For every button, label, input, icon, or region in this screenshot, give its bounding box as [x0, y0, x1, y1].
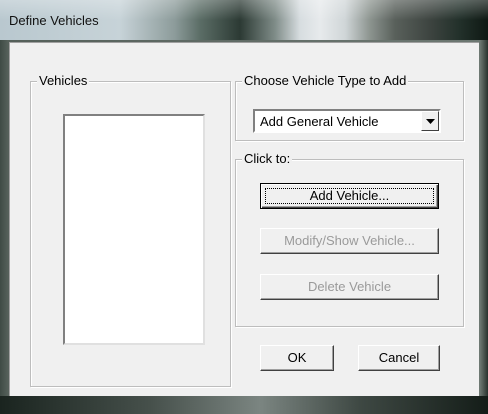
cancel-button[interactable]: Cancel [358, 345, 440, 371]
title-bar[interactable]: Define Vehicles [0, 0, 488, 40]
click-to-group: Click to: Add Vehicle... Modify/Show Veh… [235, 151, 464, 327]
dialog-client-area: Vehicles Choose Vehicle Type to Add Add … [9, 42, 479, 396]
ok-label: OK [287, 350, 307, 365]
define-vehicles-dialog: Define Vehicles Vehicles Choose Vehicle … [0, 0, 488, 414]
dialog-title: Define Vehicles [9, 13, 99, 28]
click-to-group-label: Click to: [242, 151, 293, 167]
modify-vehicle-label: Modify/Show Vehicle... [284, 233, 415, 248]
add-vehicle-label: Add Vehicle... [309, 188, 390, 203]
ok-button[interactable]: OK [260, 345, 334, 371]
vehicle-type-group: Choose Vehicle Type to Add Add General V… [235, 73, 464, 141]
add-vehicle-button[interactable]: Add Vehicle... [260, 183, 439, 209]
vehicle-type-selected: Add General Vehicle [260, 114, 379, 129]
vehicles-list[interactable] [63, 114, 205, 345]
vehicles-group: Vehicles [30, 73, 231, 387]
chevron-down-icon [426, 119, 435, 124]
modify-vehicle-button[interactable]: Modify/Show Vehicle... [260, 228, 439, 254]
delete-vehicle-label: Delete Vehicle [307, 279, 392, 294]
vehicle-type-dropdown-button[interactable] [421, 111, 439, 131]
vehicle-type-group-label: Choose Vehicle Type to Add [242, 73, 409, 89]
delete-vehicle-button[interactable]: Delete Vehicle [260, 274, 439, 300]
window-bottom-edge [0, 396, 488, 414]
cancel-label: Cancel [378, 350, 420, 365]
vehicle-type-select[interactable]: Add General Vehicle [253, 109, 441, 133]
vehicles-group-label: Vehicles [37, 73, 90, 89]
